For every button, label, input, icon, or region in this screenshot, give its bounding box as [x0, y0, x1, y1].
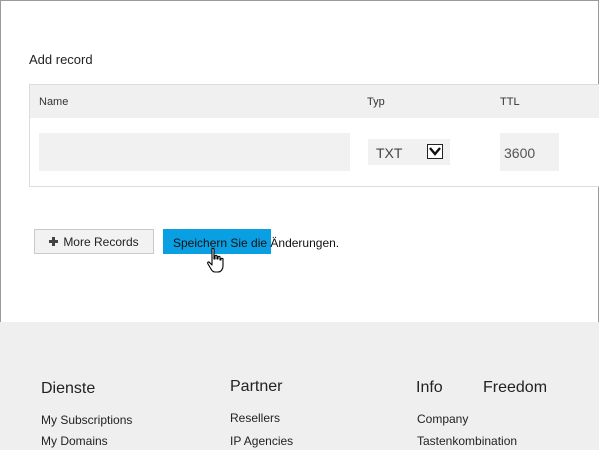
- record-table: Name Typ TTL TXT 3600: [29, 84, 599, 187]
- footer-heading-info: Info: [416, 379, 443, 396]
- ttl-input[interactable]: 3600: [500, 133, 559, 171]
- footer-link-ip-agencies[interactable]: IP Agencies: [230, 434, 293, 448]
- type-select-value: TXT: [376, 145, 403, 161]
- footer-heading-dienste: Dienste: [41, 380, 96, 397]
- chevron-down-icon[interactable]: [427, 144, 443, 159]
- footer-heading-freedom: Freedom: [483, 379, 548, 396]
- hand-cursor-icon: [207, 247, 224, 273]
- more-records-label: More Records: [63, 234, 139, 249]
- footer-link-my-domains[interactable]: My Domains: [41, 434, 108, 448]
- type-select[interactable]: TXT: [368, 139, 450, 165]
- section-title: Add record: [29, 52, 93, 67]
- save-button-label: Speichern Sie die Änderungen.: [173, 236, 340, 250]
- footer-link-resellers[interactable]: Resellers: [230, 411, 280, 425]
- name-input[interactable]: [39, 133, 350, 171]
- window-border-top: [0, 0, 599, 1]
- plus-icon: [49, 237, 59, 246]
- footer-link-my-subscriptions[interactable]: My Subscriptions: [41, 413, 132, 427]
- column-header-name: Name: [39, 96, 69, 108]
- footer-link-tastenkombination[interactable]: Tastenkombination: [417, 434, 517, 448]
- column-header-type: Typ: [367, 96, 385, 108]
- footer: Dienste My Subscriptions My Domains Part…: [0, 322, 599, 450]
- footer-link-company[interactable]: Company: [417, 412, 468, 426]
- ttl-input-value: 3600: [504, 145, 536, 161]
- table-header: Name Typ TTL: [30, 85, 599, 118]
- footer-heading-partner: Partner: [230, 378, 283, 395]
- column-header-ttl: TTL: [500, 96, 520, 108]
- more-records-button[interactable]: More Records: [34, 229, 154, 254]
